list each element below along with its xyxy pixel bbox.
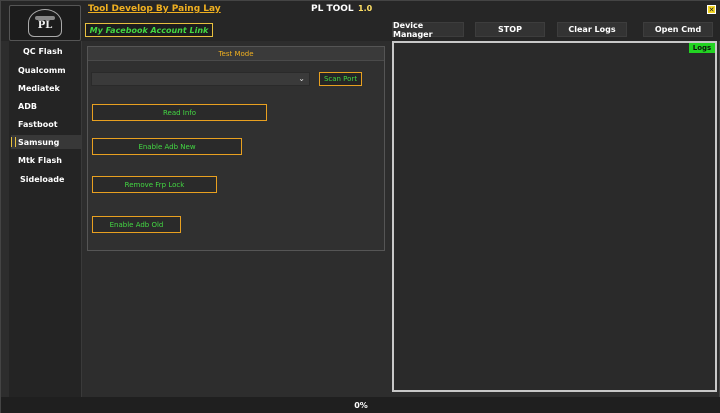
- logs-label: Logs: [689, 43, 715, 53]
- app-logo: PL: [9, 5, 81, 41]
- facebook-link[interactable]: My Facebook Account Link: [85, 23, 213, 37]
- app-title: PL TOOL: [311, 4, 354, 14]
- port-select[interactable]: ⌄: [91, 72, 310, 86]
- stop-button[interactable]: STOP: [475, 22, 545, 37]
- sidebar-item-sideloade[interactable]: Sideloade: [11, 172, 81, 186]
- logs-panel[interactable]: Logs: [392, 41, 717, 392]
- progress-text: 0%: [354, 401, 368, 410]
- close-icon[interactable]: ✕: [707, 5, 716, 14]
- app-window: PL Tool Develop By Paing Lay My Facebook…: [0, 0, 720, 413]
- scan-port-button[interactable]: Scan Port: [319, 72, 362, 86]
- app-version: 1.0: [358, 4, 373, 13]
- device-manager-button[interactable]: Device Manager: [392, 21, 464, 39]
- remove-frp-lock-button[interactable]: Remove Frp Lock: [92, 176, 217, 193]
- sidebar-item-samsung[interactable]: Samsung: [11, 135, 81, 149]
- enable-adb-new-button[interactable]: Enable Adb New: [92, 138, 242, 155]
- top-bar: PL Tool Develop By Paing Lay My Facebook…: [1, 1, 720, 41]
- chevron-down-icon: ⌄: [298, 74, 305, 83]
- panel-title: Test Mode: [88, 47, 384, 61]
- logo-text: PL: [37, 19, 53, 31]
- sidebar-item-fastboot[interactable]: Fastboot: [11, 117, 81, 131]
- read-info-button[interactable]: Read Info: [92, 104, 267, 121]
- sidebar-item-adb[interactable]: ADB: [11, 99, 81, 113]
- sidebar-item-qc-flash[interactable]: QC Flash: [11, 44, 81, 58]
- logo-emblem: PL: [28, 9, 62, 37]
- logo-band: [35, 15, 55, 20]
- status-bar: 0%: [1, 397, 720, 413]
- sidebar-item-mediatek[interactable]: Mediatek: [11, 81, 81, 95]
- sidebar: QC Flash Qualcomm Mediatek ADB Fastboot …: [9, 41, 82, 397]
- test-mode-panel: Test Mode ⌄ Scan Port Read Info Enable A…: [87, 46, 385, 251]
- clear-logs-button[interactable]: Clear Logs: [557, 22, 627, 37]
- sidebar-item-qualcomm[interactable]: Qualcomm: [11, 63, 81, 77]
- open-cmd-button[interactable]: Open Cmd: [643, 22, 713, 37]
- developer-link[interactable]: Tool Develop By Paing Lay: [88, 4, 221, 14]
- enable-adb-old-button[interactable]: Enable Adb Old: [92, 216, 181, 233]
- sidebar-item-mtk-flash[interactable]: Mtk Flash: [11, 153, 81, 167]
